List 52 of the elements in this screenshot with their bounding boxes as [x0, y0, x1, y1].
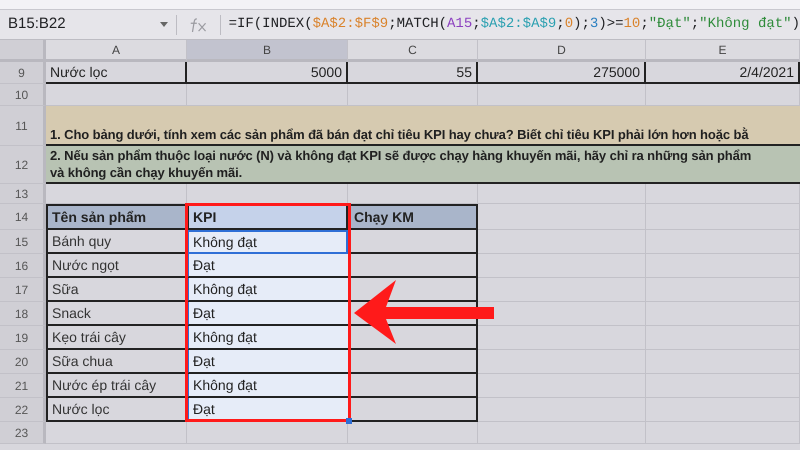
table-cell: Đạt: [187, 302, 348, 326]
table-cell: Nước lọc: [46, 62, 187, 84]
table-header-cell: Tên sản phẩm: [46, 204, 187, 230]
dropdown-icon[interactable]: [160, 22, 168, 27]
row-number[interactable]: 10: [0, 84, 46, 106]
table-header-cell: KPI: [187, 204, 348, 230]
table-cell: Không đạt: [187, 374, 348, 398]
select-all-corner[interactable]: [0, 40, 46, 62]
table-cell: Kẹo trái cây: [46, 326, 187, 350]
row-number[interactable]: 17: [0, 278, 46, 302]
table-cell: Sữa chua: [46, 350, 187, 374]
row-number[interactable]: 15: [0, 230, 46, 254]
row-number[interactable]: 21: [0, 374, 46, 398]
instruction-text: và không cần chạy khuyến mãi.: [50, 164, 244, 181]
table-cell: Đạt: [187, 254, 348, 278]
column-header[interactable]: A: [46, 40, 187, 62]
row-number[interactable]: 19: [0, 326, 46, 350]
table-header-cell: Chạy KM: [348, 204, 478, 230]
row-number[interactable]: 18: [0, 302, 46, 326]
fill-handle[interactable]: [346, 418, 352, 424]
table-cell: 2/4/2021: [646, 62, 800, 84]
column-header[interactable]: C: [348, 40, 478, 62]
active-cell: Không đạt: [187, 230, 348, 254]
row-number[interactable]: 14: [0, 204, 46, 230]
table-cell: 5000: [187, 62, 348, 84]
instruction-text: 2. Nếu sản phẩm thuộc loại nước (N) và không đạt KPI sẽ được chạy hàng khuyến mãi, hãy chỉ ra những sản phẩm: [50, 147, 752, 164]
table-cell: Nước lọc: [46, 398, 187, 422]
formula-text[interactable]: =IF(INDEX($A$2:$F$9;MATCH(A15;$A$2:$A$9;0);3)>=10;"Đạt";"Không đạt"): [228, 14, 800, 35]
row-number[interactable]: 16: [0, 254, 46, 278]
column-header[interactable]: B: [187, 40, 348, 62]
table-cell: Không đạt: [187, 326, 348, 350]
instruction-text: 1. Cho bảng dưới, tính xem các sản phẩm đã bán đạt chỉ tiêu KPI hay chưa? Biết chỉ tiêu KPI phải lớn hơn hoặc bằ: [50, 126, 750, 143]
name-box[interactable]: B15:B22: [8, 13, 66, 36]
column-header[interactable]: D: [478, 40, 646, 62]
row-number[interactable]: 22: [0, 398, 46, 422]
row-number[interactable]: 11: [0, 106, 46, 146]
row-number[interactable]: 13: [0, 184, 46, 204]
table-cell: 55: [348, 62, 478, 84]
row-number[interactable]: 23: [0, 422, 46, 444]
table-cell: Bánh quy: [46, 230, 187, 254]
table-cell: Không đạt: [187, 278, 348, 302]
table-cell: 275000: [478, 62, 646, 84]
row-number[interactable]: 20: [0, 350, 46, 374]
table-cell: Nước ép trái cây: [46, 374, 187, 398]
row-number[interactable]: 12: [0, 146, 46, 184]
column-header[interactable]: E: [646, 40, 800, 62]
table-cell: Nước ngọt: [46, 254, 187, 278]
function-icon: [188, 16, 208, 34]
table-cell: Đạt: [187, 350, 348, 374]
table-cell: Sữa: [46, 278, 187, 302]
row-number[interactable]: 9: [0, 62, 46, 84]
table-cell: Snack: [46, 302, 187, 326]
